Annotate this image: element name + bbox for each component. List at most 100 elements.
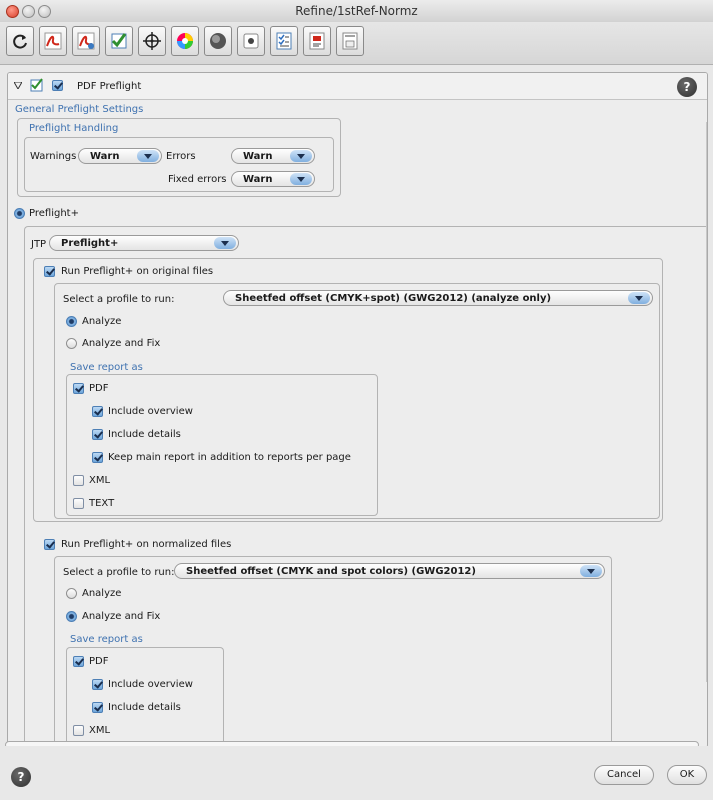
refresh-icon <box>13 34 27 49</box>
fixed-errors-select-value: Warn <box>243 174 273 185</box>
run-on-original-checkbox[interactable] <box>44 266 55 277</box>
sphere-button[interactable] <box>204 26 232 56</box>
normalized-profile-label: Select a profile to run: <box>63 567 175 578</box>
original-include-details-label: Include details <box>108 429 181 440</box>
target-button[interactable] <box>138 26 166 56</box>
color-wheel-button[interactable] <box>171 26 199 56</box>
normalized-xml-checkbox[interactable] <box>73 725 84 736</box>
original-xml-label: XML <box>89 475 111 486</box>
normalized-save-report-legend: Save report as <box>70 634 143 645</box>
target-icon <box>143 32 161 50</box>
calculator-icon <box>342 32 358 50</box>
checkmark-button[interactable] <box>105 26 133 56</box>
preflight-plus-label: Preflight+ <box>29 208 79 219</box>
normalized-analyze-radio[interactable] <box>66 588 77 599</box>
normalized-profile-select-value: Sheetfed offset (CMYK and spot colors) (… <box>186 566 476 577</box>
chevron-down-icon <box>628 292 650 304</box>
original-pdf-checkbox[interactable] <box>73 383 84 394</box>
record-button[interactable] <box>237 26 265 56</box>
toolbar <box>0 22 713 65</box>
calculator-button[interactable] <box>336 26 364 56</box>
color-wheel-icon <box>177 33 193 49</box>
normalized-profile-select[interactable]: Sheetfed offset (CMYK and spot colors) (… <box>174 563 605 579</box>
warnings-select[interactable]: Warn <box>78 148 162 164</box>
normalized-xml-label: XML <box>89 725 111 736</box>
chevron-down-icon <box>290 173 312 185</box>
original-analyze-radio[interactable] <box>66 316 77 327</box>
report-icon <box>309 32 325 50</box>
preflight-plus-radio[interactable] <box>14 208 25 219</box>
normalized-include-overview-label: Include overview <box>108 679 193 690</box>
pdf-preflight-checkbox[interactable] <box>52 80 63 91</box>
normalized-pdf-label: PDF <box>89 656 109 667</box>
chevron-down-icon <box>137 150 159 162</box>
preflight-handling-legend: Preflight Handling <box>29 123 119 134</box>
original-text-checkbox[interactable] <box>73 498 84 509</box>
preflight-panel: PDF Preflight ? General Preflight Settin… <box>7 72 708 748</box>
errors-select[interactable]: Warn <box>231 148 315 164</box>
original-analyze-fix-radio[interactable] <box>66 338 77 349</box>
pdf-edit-icon <box>77 32 95 50</box>
vertical-scroll-track[interactable] <box>706 122 713 682</box>
record-icon <box>243 33 259 49</box>
run-on-normalized-label: Run Preflight+ on normalized files <box>61 539 232 550</box>
original-save-report-legend: Save report as <box>70 362 143 373</box>
title-bar: Refine/1stRef-Normz <box>0 0 713 23</box>
original-save-report-group <box>66 374 378 516</box>
ok-button[interactable]: OK <box>667 765 707 785</box>
chevron-down-icon <box>290 150 312 162</box>
panel-header: PDF Preflight ? <box>8 73 707 100</box>
window-title: Refine/1stRef-Normz <box>295 4 418 18</box>
chevron-down-icon <box>580 565 602 577</box>
warnings-select-value: Warn <box>90 151 120 162</box>
original-keep-main-checkbox[interactable] <box>92 452 103 463</box>
general-settings-legend: General Preflight Settings <box>15 104 144 115</box>
normalized-include-overview-checkbox[interactable] <box>92 679 103 690</box>
normalized-pdf-checkbox[interactable] <box>73 656 84 667</box>
checkmark-icon <box>111 33 127 49</box>
original-text-label: TEXT <box>89 498 115 509</box>
pdf-edit-button[interactable] <box>72 26 100 56</box>
original-analyze-fix-label: Analyze and Fix <box>82 338 161 349</box>
sphere-icon <box>210 33 226 49</box>
dialog-footer: ? Cancel OK <box>0 746 713 800</box>
jtp-select[interactable]: Preflight+ <box>49 235 239 251</box>
warnings-label: Warnings <box>30 151 77 162</box>
original-xml-checkbox[interactable] <box>73 475 84 486</box>
dialog-help-button[interactable]: ? <box>11 767 31 787</box>
errors-label: Errors <box>166 151 196 162</box>
original-include-details-checkbox[interactable] <box>92 429 103 440</box>
normalized-analyze-fix-label: Analyze and Fix <box>82 611 161 622</box>
original-profile-select-value: Sheetfed offset (CMYK+spot) (GWG2012) (a… <box>235 293 552 304</box>
original-include-overview-label: Include overview <box>108 406 193 417</box>
normalized-analyze-fix-radio[interactable] <box>66 611 77 622</box>
original-pdf-label: PDF <box>89 383 109 394</box>
normalized-include-details-label: Include details <box>108 702 181 713</box>
errors-select-value: Warn <box>243 151 273 162</box>
panel-help-button[interactable]: ? <box>677 77 697 97</box>
original-profile-label: Select a profile to run: <box>63 294 175 305</box>
chevron-down-icon <box>214 237 236 249</box>
fixed-errors-select[interactable]: Warn <box>231 171 315 187</box>
original-profile-select[interactable]: Sheetfed offset (CMYK+spot) (GWG2012) (a… <box>223 290 653 306</box>
original-include-overview-checkbox[interactable] <box>92 406 103 417</box>
disclosure-triangle-icon[interactable] <box>14 82 22 89</box>
original-analyze-label: Analyze <box>82 316 122 327</box>
jtp-label: JTP <box>31 239 47 250</box>
normalized-analyze-label: Analyze <box>82 588 122 599</box>
run-on-normalized-checkbox[interactable] <box>44 539 55 550</box>
normalized-include-details-checkbox[interactable] <box>92 702 103 713</box>
original-keep-main-label: Keep main report in addition to reports … <box>108 452 351 463</box>
pdf-button[interactable] <box>39 26 67 56</box>
run-on-original-label: Run Preflight+ on original files <box>61 266 214 277</box>
cancel-button[interactable]: Cancel <box>594 765 654 785</box>
report-button[interactable] <box>303 26 331 56</box>
jtp-select-value: Preflight+ <box>61 238 119 249</box>
pdf-icon <box>44 32 62 50</box>
checklist-button[interactable] <box>270 26 298 56</box>
preflight-module-icon <box>30 78 43 92</box>
checklist-icon <box>276 32 292 50</box>
panel-title: PDF Preflight <box>77 81 142 92</box>
fixed-errors-label: Fixed errors <box>168 174 227 185</box>
refresh-button[interactable] <box>6 26 34 56</box>
